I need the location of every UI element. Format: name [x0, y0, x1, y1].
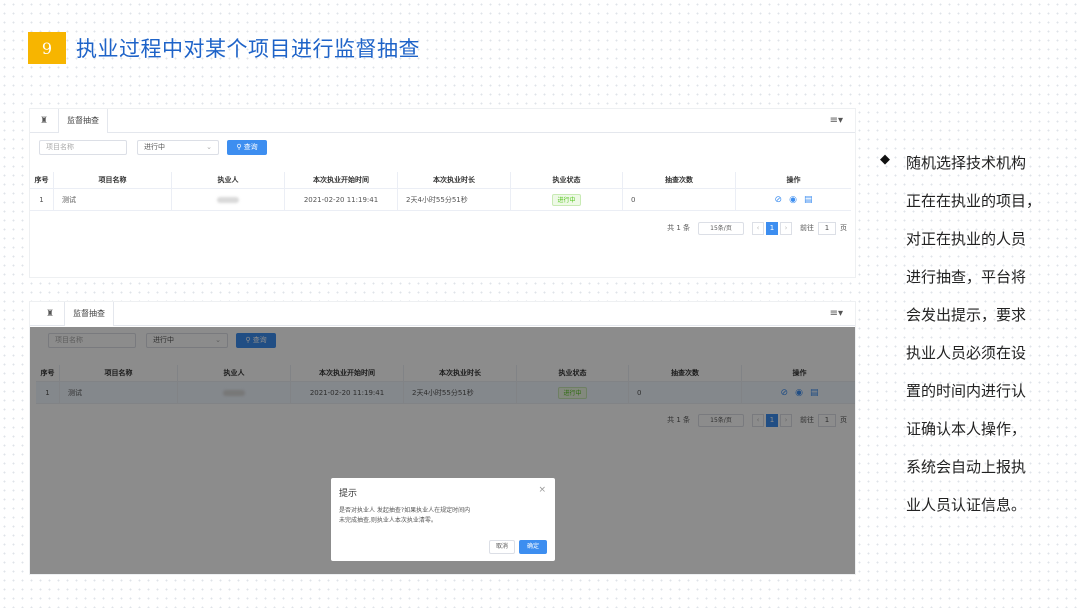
confirm-button[interactable]: 确定	[519, 540, 547, 554]
goto-page-input[interactable]: 1	[818, 221, 836, 235]
row-practitioner	[172, 189, 285, 210]
description-line: 业人员认证信息。	[906, 496, 1027, 514]
cancel-button[interactable]: 取消	[489, 540, 515, 554]
description-text: 随机选择技术机构 正在在执业的项目， 对正在执业的人员 进行抽查，平台将 会发出…	[906, 148, 1056, 528]
col-actions: 操作	[786, 176, 801, 184]
slide-header: 9 执业过程中对某个项目进行监督抽查	[28, 32, 420, 64]
search-button[interactable]: ⚲ 查询	[227, 140, 267, 155]
project-table: 序号 项目名称 执业人 本次执业开始时间 本次执业时长 执业状态 抽查次数 操作…	[30, 172, 851, 211]
menu-icon[interactable]: ≡▾	[830, 115, 843, 126]
tab-bar: ♜ 监督抽查 ≡▾	[30, 302, 855, 326]
confirm-dialog: 提示 × 是否对执业人 发起抽查?如果执业人在规定时间内 未完成抽查,则执业人本…	[331, 478, 555, 561]
tab-bar: ♜ 监督抽查 ≡▾	[30, 109, 855, 133]
description-line: 执业人员必须在设	[906, 344, 1027, 362]
current-page[interactable]: 1	[766, 221, 778, 235]
page-unit: 页	[840, 224, 847, 232]
row-checks: 0	[623, 189, 736, 210]
pagination: 共 1 条 15条/页 ‹ 1 › 前往 1 页	[667, 221, 847, 235]
row-start-time: 2021-02-20 11:19:41	[285, 189, 398, 210]
screenshot-dialog: ♜ 监督抽查 ≡▾ 项目名称 进行中 ⌄ ⚲ 查询 序号 项目名称 执业人 本次执…	[29, 301, 856, 575]
description-line: 会发出提示，要求	[906, 306, 1027, 324]
col-status: 执业状态	[511, 172, 623, 188]
description-line: 系统会自动上报执	[906, 458, 1027, 476]
description-line: 随机选择技术机构	[906, 154, 1027, 172]
tab-supervision-check[interactable]: 监督抽查	[64, 302, 114, 326]
row-index: 1	[30, 189, 54, 210]
prev-page-icon[interactable]: ‹	[752, 221, 764, 235]
chevron-down-icon: ⌄	[206, 143, 212, 151]
goto-label: 前往	[800, 224, 814, 232]
slide-title: 执业过程中对某个项目进行监督抽查	[76, 37, 420, 61]
check-icon[interactable]: ◉	[789, 189, 797, 210]
page-size-select[interactable]: 15条/页	[698, 221, 744, 235]
pager-total: 共 1 条	[667, 224, 690, 232]
col-index: 序号	[30, 172, 54, 188]
home-icon[interactable]: ♜	[40, 116, 48, 126]
close-icon[interactable]: ×	[538, 485, 546, 495]
table-row[interactable]: 1 测试 2021-02-20 11:19:41 2天4小时55分51秒 进行中…	[30, 189, 851, 211]
slide-number-badge: 9	[28, 32, 66, 64]
col-duration: 本次执业时长	[398, 172, 511, 188]
blurred-name	[217, 197, 239, 203]
row-project: 测试	[54, 189, 172, 210]
col-checks: 抽查次数	[623, 172, 736, 188]
status-badge: 进行中	[552, 194, 581, 206]
col-project: 项目名称	[54, 172, 172, 188]
search-icon: ⚲	[236, 143, 242, 151]
dialog-message: 是否对执业人 发起抽查?如果执业人在规定时间内 未完成抽查,则执业人本次执业清零…	[339, 507, 471, 524]
description-line: 对正在执业的人员	[906, 230, 1027, 248]
col-start-time: 本次执业开始时间	[285, 172, 398, 188]
row-actions: ⊘ ◉ ▤	[736, 189, 851, 210]
ban-icon[interactable]: ⊘	[775, 189, 783, 210]
description-line: 证确认本人操作，	[906, 420, 1027, 438]
next-page-icon[interactable]: ›	[780, 221, 792, 235]
search-row: 项目名称 进行中 ⌄ ⚲ 查询	[39, 140, 339, 156]
description-line: 进行抽查，平台将	[906, 268, 1027, 286]
home-icon[interactable]: ♜	[46, 309, 54, 319]
history-icon[interactable]: ▤	[804, 189, 813, 210]
row-duration: 2天4小时55分51秒	[398, 189, 511, 210]
tab-supervision-check[interactable]: 监督抽查	[58, 109, 108, 133]
row-status: 进行中	[511, 189, 623, 210]
menu-icon[interactable]: ≡▾	[830, 308, 843, 319]
col-practitioner: 执业人	[172, 172, 285, 188]
diamond-bullet-icon: ◆	[880, 152, 890, 167]
description-line: 正在在执业的项目，	[906, 192, 1042, 210]
screenshot-list: ♜ 监督抽查 ≡▾ 项目名称 进行中 ⌄ ⚲ 查询 序号 项目名称 执业人 本次执…	[29, 108, 856, 278]
project-name-input[interactable]: 项目名称	[39, 140, 127, 155]
dialog-title: 提示	[339, 489, 358, 499]
status-select[interactable]: 进行中 ⌄	[137, 140, 219, 155]
table-header: 序号 项目名称 执业人 本次执业开始时间 本次执业时长 执业状态 抽查次数 操作	[30, 172, 851, 189]
description-line: 置的时间内进行认	[906, 382, 1027, 400]
